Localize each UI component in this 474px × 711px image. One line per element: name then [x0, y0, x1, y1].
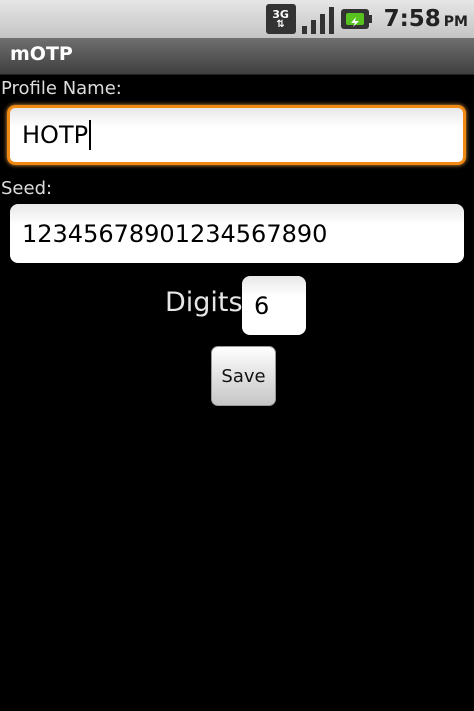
save-button[interactable]: Save [211, 346, 276, 406]
status-clock: 7:58 PM [384, 6, 468, 32]
signal-bar [319, 14, 325, 34]
app-screen: 3G ⇅ 7:58 PM mOTP Profile Name: HOTP See… [0, 0, 474, 711]
seed-value: 12345678901234567890 [22, 219, 328, 248]
battery-tip [369, 15, 373, 23]
clock-ampm: PM [443, 14, 468, 30]
profile-name-value: HOTP [22, 121, 89, 149]
clock-time: 7:58 [383, 6, 441, 32]
battery-body [341, 9, 370, 29]
network-arrows: ⇅ [276, 18, 285, 30]
battery-fill [346, 13, 365, 27]
network-3g-icon: 3G ⇅ [265, 4, 296, 34]
text-cursor [89, 120, 92, 150]
digits-value: 6 [254, 291, 270, 320]
digits-input[interactable]: 6 [242, 276, 306, 335]
digits-label: Digits [165, 287, 243, 318]
network-label: 3G [272, 7, 289, 21]
battery-icon [340, 7, 374, 31]
signal-icon [301, 4, 334, 34]
profile-name-input[interactable]: HOTP [7, 105, 466, 165]
title-bar: mOTP [0, 38, 474, 75]
profile-name-label: Profile Name: [1, 78, 122, 99]
seed-input[interactable]: 12345678901234567890 [10, 204, 464, 263]
charging-bolt-icon [351, 17, 360, 27]
signal-bar [310, 20, 316, 34]
signal-bar [328, 7, 334, 34]
seed-label: Seed: [1, 178, 53, 199]
status-bar: 3G ⇅ 7:58 PM [0, 0, 474, 38]
signal-bar [301, 26, 307, 34]
app-title: mOTP [10, 43, 73, 65]
